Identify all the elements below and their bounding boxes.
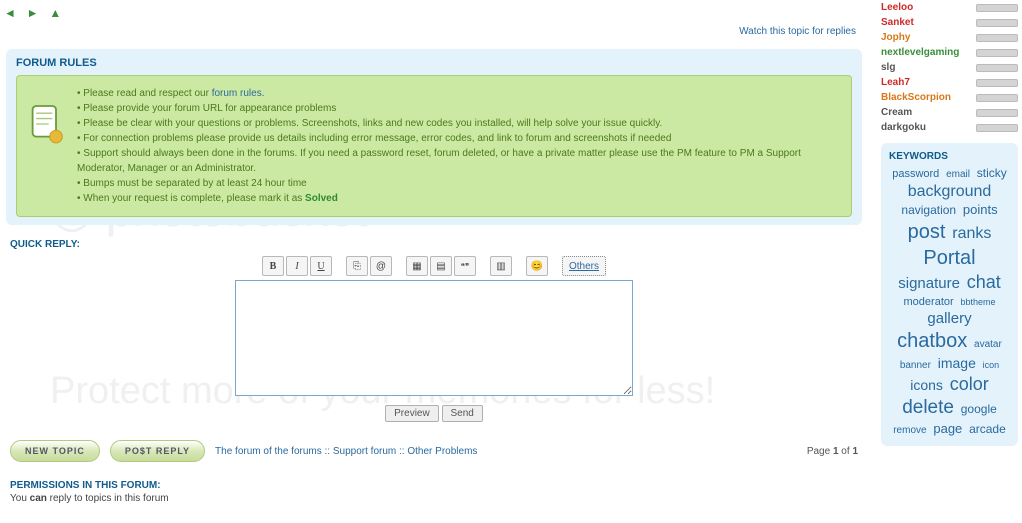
italic-button[interactable]: I	[286, 256, 308, 276]
tag-moderator[interactable]: moderator	[904, 296, 954, 308]
bold-button[interactable]: B	[262, 256, 284, 276]
rules-box: • Please read and respect our forum rule…	[16, 75, 852, 217]
others-button[interactable]: Others	[562, 256, 606, 276]
permissions-title: PERMISSIONS IN THIS FORUM:	[10, 480, 864, 491]
user-bar	[976, 4, 1018, 12]
tag-image[interactable]: image	[938, 355, 976, 371]
emoji-button[interactable]: 😊	[526, 256, 548, 276]
tag-password[interactable]: password	[892, 168, 939, 180]
tag-gallery[interactable]: gallery	[927, 310, 971, 327]
quick-reply-label: QUICK REPLY:	[10, 239, 864, 250]
user-link[interactable]: nextlevelgaming	[881, 45, 959, 60]
scroll-icon	[29, 104, 65, 144]
tag-cloud: password email sticky background navigat…	[889, 166, 1010, 438]
forum-rules-title: FORUM RULES	[16, 57, 852, 69]
user-bar	[976, 124, 1018, 132]
tag-ranks[interactable]: ranks	[952, 225, 991, 242]
tag-avatar[interactable]: avatar	[974, 339, 1002, 350]
user-bar	[976, 109, 1018, 117]
user-link[interactable]: Cream	[881, 105, 912, 120]
tag-chat[interactable]: chat	[967, 272, 1001, 292]
user-link[interactable]: Jophy	[881, 30, 910, 45]
keywords-title: KEYWORDS	[889, 151, 1010, 162]
user-link[interactable]: Leah7	[881, 75, 910, 90]
user-bar	[976, 79, 1018, 87]
user-link[interactable]: darkgoku	[881, 120, 926, 135]
tag-banner[interactable]: banner	[900, 360, 931, 371]
tag-navigation[interactable]: navigation	[901, 203, 956, 217]
tag-chatbox[interactable]: chatbox	[897, 330, 967, 352]
forum-rules-panel: FORUM RULES • Please read and respect ou…	[6, 49, 862, 225]
tag-icons[interactable]: icons	[910, 377, 943, 393]
prev-icon[interactable]: ◄	[4, 6, 16, 20]
user-link[interactable]: Sanket	[881, 15, 914, 30]
tag-email[interactable]: email	[946, 169, 970, 180]
tag-arcade[interactable]: arcade	[969, 422, 1006, 436]
tag-bbtheme[interactable]: bbtheme	[960, 297, 995, 307]
user-link[interactable]: Leeloo	[881, 0, 913, 15]
new-topic-button[interactable]: NEW TOPIC	[10, 440, 100, 462]
keywords-panel: KEYWORDS password email sticky backgroun…	[881, 143, 1018, 446]
user-list: LeelooSanketJophynextlevelgamingslgLeah7…	[881, 0, 1018, 135]
forum-rules-link[interactable]: forum rules.	[212, 88, 265, 99]
post-reply-button[interactable]: PO$T REPLY	[110, 440, 205, 462]
pager: Page 1 of 1	[807, 446, 858, 457]
user-link[interactable]: BlackScorpion	[881, 90, 951, 105]
user-bar	[976, 94, 1018, 102]
user-bar	[976, 19, 1018, 27]
nav-arrows: ◄ ► ▲	[4, 4, 864, 22]
user-bar	[976, 34, 1018, 42]
user-bar	[976, 64, 1018, 72]
tag-google[interactable]: google	[961, 402, 997, 416]
next-icon[interactable]: ►	[27, 6, 39, 20]
preview-button[interactable]: Preview	[385, 405, 439, 422]
tag-icon[interactable]: icon	[983, 360, 1000, 370]
send-button[interactable]: Send	[442, 405, 483, 422]
tag-color[interactable]: color	[950, 374, 989, 394]
tag-Portal[interactable]: Portal	[923, 247, 975, 269]
tag-remove[interactable]: remove	[893, 425, 926, 436]
mention-button[interactable]: @	[370, 256, 392, 276]
permissions-text: You can reply to topics in this forum	[10, 493, 864, 504]
tag-points[interactable]: points	[963, 202, 998, 217]
attach-button[interactable]: ▤	[430, 256, 452, 276]
list-button[interactable]: ▥	[490, 256, 512, 276]
image-button[interactable]: ▦	[406, 256, 428, 276]
user-bar	[976, 49, 1018, 57]
reply-textarea[interactable]	[235, 280, 633, 396]
link-button[interactable]: ⎘	[346, 256, 368, 276]
tag-signature[interactable]: signature	[898, 275, 960, 292]
tag-page[interactable]: page	[933, 421, 962, 436]
tag-sticky[interactable]: sticky	[977, 166, 1007, 180]
breadcrumb[interactable]: The forum of the forums :: Support forum…	[215, 446, 477, 457]
tag-background[interactable]: background	[908, 183, 992, 200]
tag-delete[interactable]: delete	[902, 397, 954, 418]
tag-post[interactable]: post	[908, 221, 946, 243]
editor-toolbar: B I U ⎘ @ ▦ ▤ ❝❞ ▥ 😊 Others	[262, 256, 606, 276]
underline-button[interactable]: U	[310, 256, 332, 276]
user-link[interactable]: slg	[881, 60, 895, 75]
watch-topic-link[interactable]: Watch this topic for replies	[4, 22, 864, 45]
up-icon[interactable]: ▲	[49, 6, 61, 20]
quote-button[interactable]: ❝❞	[454, 256, 476, 276]
